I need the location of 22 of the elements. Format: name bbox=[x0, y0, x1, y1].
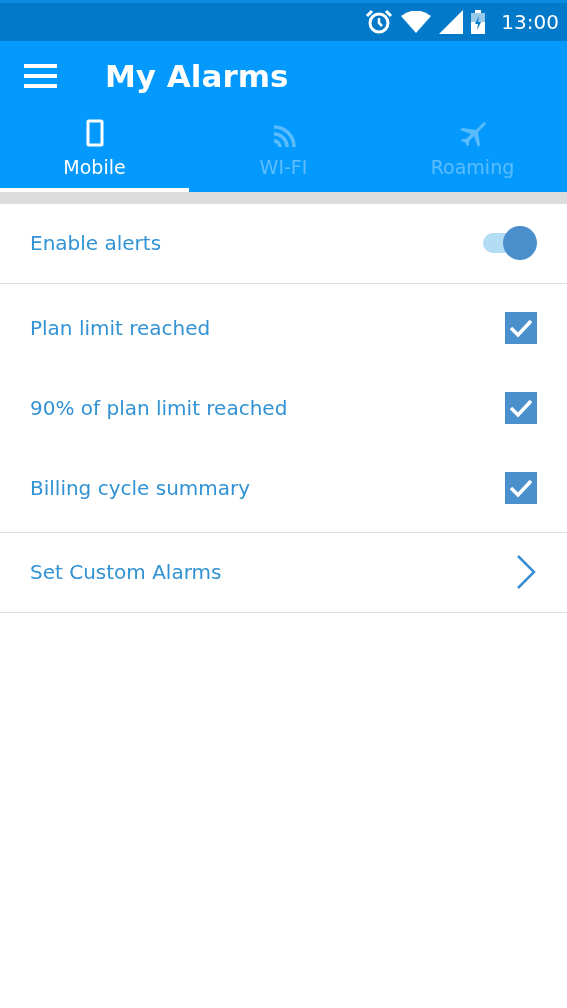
setting-label: Billing cycle summary bbox=[30, 474, 251, 502]
checkmark-icon bbox=[509, 477, 533, 498]
checkbox[interactable] bbox=[505, 471, 537, 504]
battery-icon bbox=[471, 10, 486, 34]
app-title: My Alarms bbox=[105, 56, 289, 96]
setting-label: 90% of plan limit reached bbox=[30, 394, 288, 422]
toggle-switch[interactable] bbox=[483, 226, 537, 260]
setting-label: Plan limit reached bbox=[30, 314, 211, 342]
status-time: 13:00 bbox=[501, 9, 559, 36]
menu-button[interactable] bbox=[24, 63, 57, 89]
checkmark-icon bbox=[509, 317, 533, 338]
alarm-clock-icon bbox=[365, 9, 394, 35]
custom-alarms-item[interactable]: Set Custom Alarms bbox=[0, 532, 567, 613]
chevron-right-icon bbox=[515, 554, 537, 590]
checkmark-icon bbox=[509, 397, 533, 418]
wifi-icon bbox=[401, 11, 432, 33]
checkbox[interactable] bbox=[505, 391, 537, 424]
checkbox[interactable] bbox=[505, 311, 537, 344]
menu-icon bbox=[24, 64, 57, 89]
setting-label: Set Custom Alarms bbox=[30, 559, 222, 586]
setting-label: Enable alerts bbox=[30, 230, 162, 257]
signal-icon bbox=[439, 10, 464, 34]
